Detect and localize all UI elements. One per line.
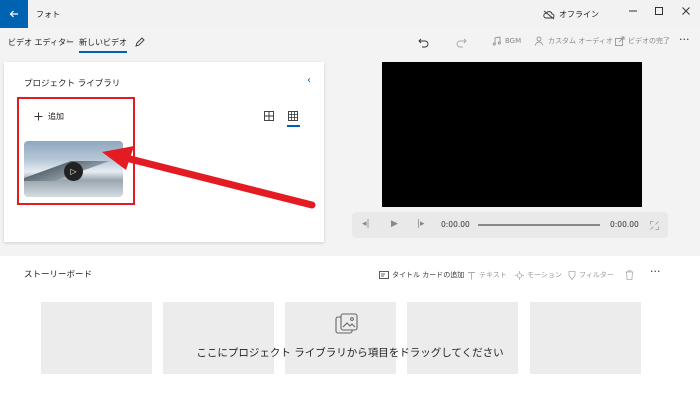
trash-icon[interactable] <box>625 270 634 280</box>
fullscreen-icon[interactable] <box>650 221 659 230</box>
playback-controls: ◂| ▶ |▸ 0:00.00 0:00.00 <box>352 212 668 238</box>
text-button[interactable]: テキスト <box>467 270 507 280</box>
storyboard-slot <box>163 302 274 374</box>
storyboard-slot <box>407 302 518 374</box>
motion-button[interactable]: モーション <box>515 270 562 280</box>
storyboard-slot <box>41 302 152 374</box>
skip-back-icon[interactable]: ◂| <box>362 219 370 229</box>
title-card-icon <box>379 271 389 279</box>
filter-icon <box>568 270 576 280</box>
add-title-card-button[interactable]: タイトル カードの追加 <box>379 270 464 280</box>
drop-hint-text: ここにプロジェクト ライブラリから項目をドラッグしてください <box>196 347 504 359</box>
text-icon <box>468 271 475 279</box>
filter-button[interactable]: フィルター <box>568 270 614 280</box>
skip-forward-icon[interactable]: |▸ <box>417 219 425 229</box>
motion-icon <box>515 270 524 280</box>
photos-stack-icon <box>335 313 358 334</box>
video-preview <box>382 62 642 207</box>
storyboard-slot <box>530 302 641 374</box>
total-time: 0:00.00 <box>610 220 639 229</box>
current-time: 0:00.00 <box>441 220 470 229</box>
filter-label: フィルター <box>579 271 614 279</box>
storyboard-more-icon[interactable]: ··· <box>650 265 661 278</box>
text-label: テキスト <box>479 271 507 279</box>
progress-slider[interactable] <box>478 224 600 226</box>
motion-label: モーション <box>527 271 562 279</box>
play-button-icon[interactable]: ▶ <box>391 219 398 229</box>
title-card-label: タイトル カードの追加 <box>392 271 465 279</box>
storyboard-title: ストーリーボード <box>24 270 93 280</box>
